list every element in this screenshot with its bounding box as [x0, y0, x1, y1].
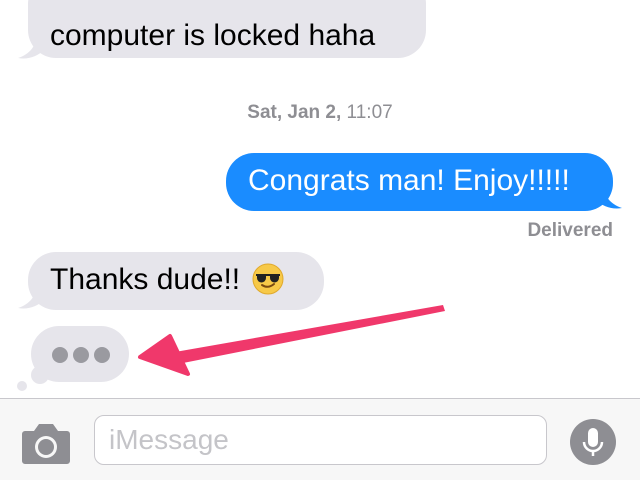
typing-dot: [94, 347, 110, 363]
delivered-status: Delivered: [527, 220, 613, 241]
incoming-message-bubble[interactable]: Thanks dude!!: [28, 252, 324, 310]
outgoing-message-bubble[interactable]: Congrats man! Enjoy!!!!!: [226, 153, 613, 211]
typing-dot: [73, 347, 89, 363]
timestamp-time: 11:07: [341, 102, 393, 123]
sunglasses-emoji-icon: [252, 263, 284, 295]
message-partial-line: Oh good cause your: [50, 0, 402, 17]
message-text: Thanks dude!!: [50, 263, 241, 296]
camera-icon[interactable]: [20, 421, 72, 465]
typing-tail-dot: [17, 381, 27, 391]
incoming-message-bubble[interactable]: Oh good cause your computer is locked ha…: [28, 0, 426, 58]
message-input-bar: [0, 398, 640, 480]
typing-indicator: [31, 326, 129, 382]
timestamp-day: Sat, Jan 2,: [247, 102, 342, 123]
message-text: computer is locked haha: [50, 19, 376, 52]
timestamp: Sat, Jan 2, 11:07: [0, 102, 640, 124]
microphone-icon: [582, 428, 604, 456]
messages-screen: Oh good cause your computer is locked ha…: [0, 0, 640, 480]
imessage-text-field[interactable]: [94, 415, 547, 465]
message-text: Congrats man! Enjoy!!!!!: [248, 164, 570, 197]
typing-dot: [52, 347, 68, 363]
microphone-button[interactable]: [570, 419, 616, 465]
